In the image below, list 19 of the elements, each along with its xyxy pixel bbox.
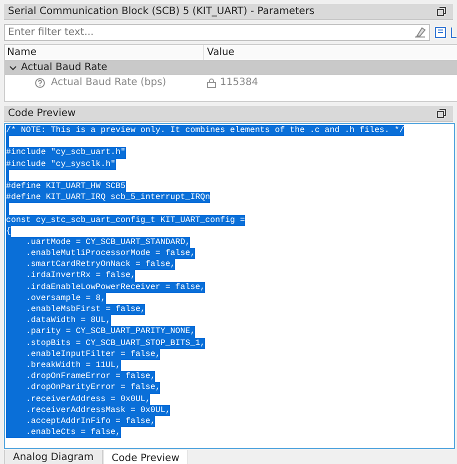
chevron-icon[interactable] <box>9 64 17 72</box>
panel-title: Code Preview <box>8 108 77 119</box>
column-header[interactable]: Value <box>204 47 457 58</box>
eraser-icon[interactable] <box>414 26 426 38</box>
parameter-name: Actual Baud Rate (bps) <box>51 77 166 88</box>
lock-icon <box>207 78 216 88</box>
collapse-all-icon[interactable] <box>435 26 446 38</box>
panel-title: Serial Communication Block (SCB) 5 (KIT_UART) - Parameters <box>8 6 316 17</box>
filter-field[interactable]: Enter filter text... <box>4 24 430 40</box>
group-label: Actual Baud Rate <box>21 62 108 73</box>
group-row[interactable]: Actual Baud Rate <box>5 60 457 75</box>
help-icon[interactable] <box>35 78 45 88</box>
parameter-value: 115384 <box>220 77 258 88</box>
code-editor[interactable] <box>4 123 455 449</box>
restore-icon[interactable] <box>437 7 446 16</box>
restore-icon[interactable] <box>437 109 446 118</box>
tab[interactable]: Code Preview <box>102 450 188 464</box>
tab[interactable]: Analog Diagram <box>4 450 103 464</box>
toolbar-icon[interactable] <box>451 26 457 38</box>
